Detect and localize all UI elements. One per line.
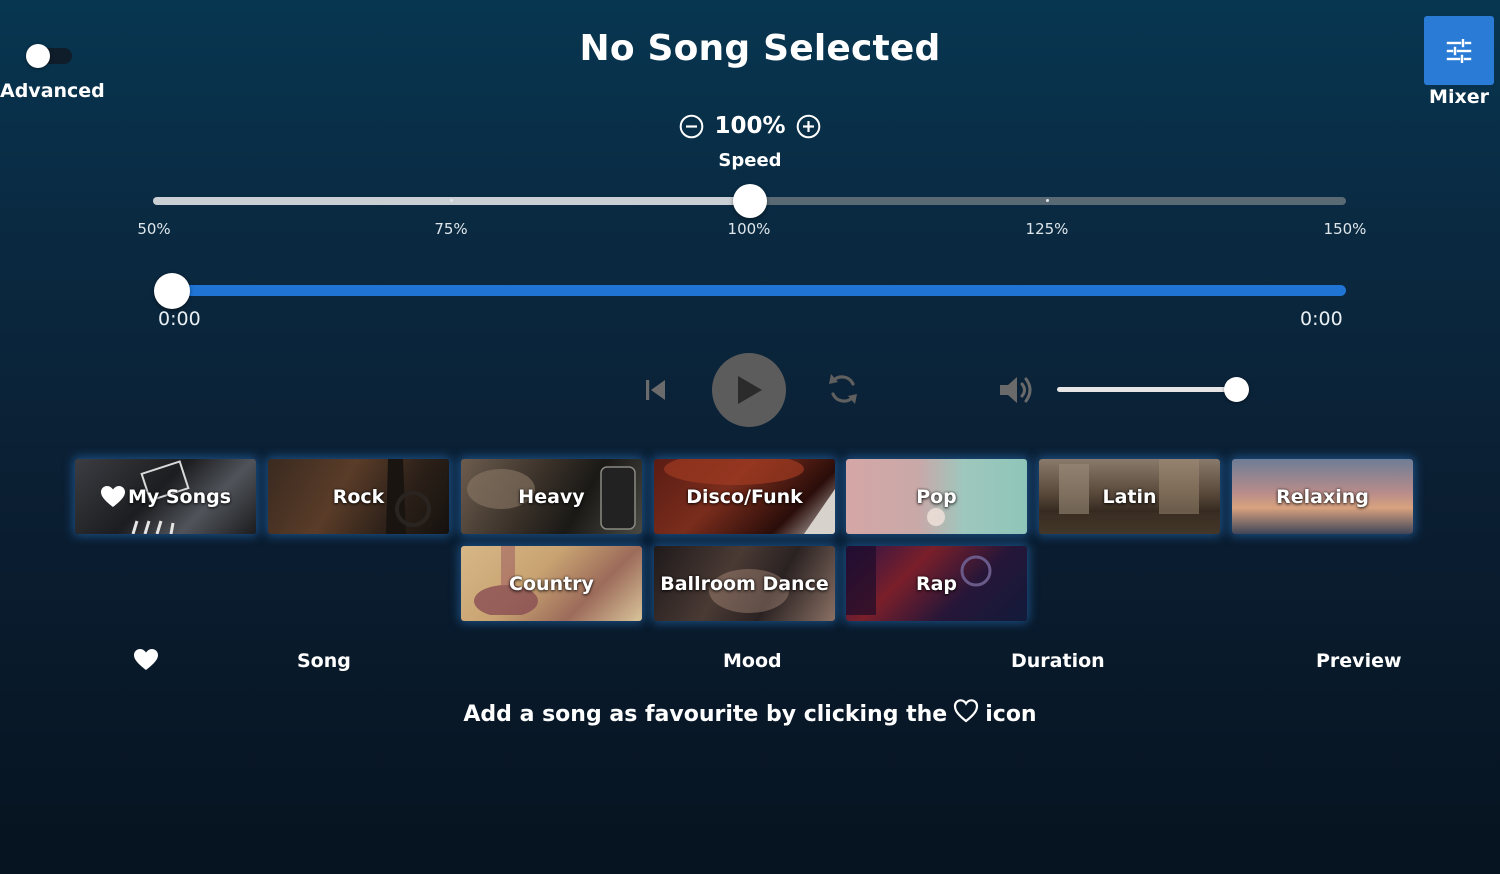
column-header-song[interactable]: Song xyxy=(297,650,351,672)
genre-label: Latin xyxy=(1102,485,1157,508)
speed-tick-label: 75% xyxy=(434,220,468,238)
genre-tile-relaxing[interactable]: Relaxing xyxy=(1232,459,1413,534)
genre-label: Rock xyxy=(332,485,385,508)
playback-progress-knob[interactable] xyxy=(154,273,190,309)
genre-label: Country xyxy=(509,572,594,595)
speed-tick-dot xyxy=(450,199,453,202)
genre-tile-my-songs[interactable]: My Songs xyxy=(75,459,256,534)
heart-outline-icon xyxy=(954,698,979,722)
genre-tile-country[interactable]: Country xyxy=(461,546,642,621)
advanced-toggle[interactable] xyxy=(26,44,72,68)
genre-tile-rap[interactable]: Rap xyxy=(846,546,1027,621)
play-button[interactable] xyxy=(712,353,786,427)
speed-tick-label: 150% xyxy=(1323,220,1367,238)
genre-tile-pop[interactable]: Pop xyxy=(846,459,1027,534)
current-time: 0:00 xyxy=(158,308,201,330)
genre-label: Ballroom Dance xyxy=(660,572,829,595)
empty-favourites-hint: Add a song as favourite by clicking the … xyxy=(450,698,1050,727)
speed-label: Speed xyxy=(718,150,782,171)
advanced-label: Advanced xyxy=(0,80,105,102)
column-header-mood[interactable]: Mood xyxy=(723,650,782,672)
plus-circle-icon xyxy=(796,114,820,138)
genre-tile-ballroom-dance[interactable]: Ballroom Dance xyxy=(654,546,835,621)
previous-button[interactable] xyxy=(640,375,670,405)
song-title: No Song Selected xyxy=(579,28,941,69)
skip-back-icon xyxy=(646,380,665,400)
favourite-column-header[interactable] xyxy=(133,648,159,676)
speed-tick-dot xyxy=(1046,199,1049,202)
genre-tile-rock[interactable]: Rock xyxy=(268,459,449,534)
hint-text-before: Add a song as favourite by clicking the xyxy=(463,702,948,727)
genre-label: Relaxing xyxy=(1276,485,1369,508)
mixer-button[interactable] xyxy=(1424,16,1494,85)
column-header-preview[interactable]: Preview xyxy=(1316,650,1402,672)
hint-text-after: icon xyxy=(985,702,1037,727)
speed-tick-label: 100% xyxy=(727,220,771,238)
volume-slider-knob[interactable] xyxy=(1224,377,1249,402)
genre-tile-latin[interactable]: Latin xyxy=(1039,459,1220,534)
minus-circle-icon xyxy=(680,114,704,138)
column-header-duration[interactable]: Duration xyxy=(1011,650,1105,672)
repeat-button[interactable] xyxy=(825,370,861,408)
playback-progress-bar[interactable] xyxy=(171,285,1346,296)
repeat-icon xyxy=(829,374,857,404)
play-icon xyxy=(738,376,762,404)
speed-stepper: 100% xyxy=(600,110,900,142)
speed-slider-knob[interactable] xyxy=(732,184,767,218)
heart-icon xyxy=(100,485,125,507)
sliders-icon xyxy=(1446,38,1472,63)
speed-value: 100% xyxy=(714,113,786,139)
total-time: 0:00 xyxy=(1300,308,1343,330)
volume-slider[interactable] xyxy=(1057,387,1237,392)
genre-label: Disco/Funk xyxy=(686,485,803,508)
genre-label: Pop xyxy=(916,485,957,508)
genre-tile-heavy[interactable]: Heavy xyxy=(461,459,642,534)
speed-tick-label: 50% xyxy=(137,220,171,238)
volume-icon xyxy=(1000,377,1032,403)
mixer-label: Mixer xyxy=(1429,86,1489,108)
genre-tile-disco-funk[interactable]: Disco/Funk xyxy=(654,459,835,534)
heart-icon xyxy=(134,649,158,670)
genre-label: My Songs xyxy=(127,485,232,508)
genre-label: Rap xyxy=(915,572,958,595)
speed-decrease-button[interactable] xyxy=(679,114,704,139)
genre-label: Heavy xyxy=(518,485,585,508)
toggle-knob xyxy=(26,44,50,68)
speed-tick-label: 125% xyxy=(1025,220,1069,238)
speed-increase-button[interactable] xyxy=(796,114,821,139)
volume-button[interactable] xyxy=(996,371,1036,409)
